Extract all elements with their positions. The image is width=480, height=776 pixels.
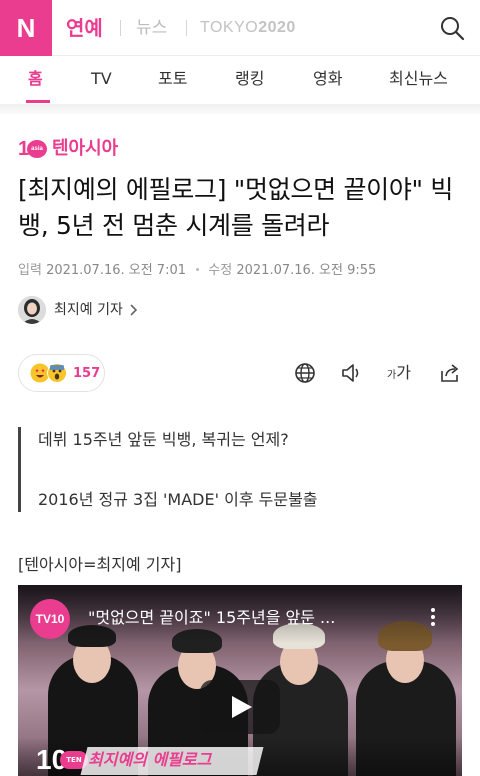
- news-link[interactable]: 뉴스: [136, 16, 167, 40]
- tab-ranking[interactable]: 랭킹: [235, 68, 264, 90]
- surprised-emoji-icon: [47, 363, 67, 383]
- header-divider: [120, 20, 121, 36]
- globe-icon[interactable]: [293, 361, 317, 385]
- tokyo-label: TOKYO: [200, 19, 259, 36]
- summary-line: 데뷔 15주년 앞둔 빅뱅, 복귀는 언제?: [38, 430, 289, 449]
- font-size-large-label: 가: [396, 363, 411, 382]
- reporter-name: 최지예 기자: [54, 302, 123, 318]
- font-size-small-label: 가: [387, 370, 397, 381]
- video-title[interactable]: "멋없으면 끝이죠" 15주년을 앞둔 ...: [88, 607, 335, 629]
- ten-logo: 10 TEN: [36, 745, 88, 775]
- more-menu-icon[interactable]: [430, 607, 436, 627]
- tab-movie[interactable]: 영화: [313, 68, 342, 90]
- share-icon[interactable]: [438, 361, 462, 385]
- top-header: N 연예 뉴스 TOKYO2020: [0, 0, 480, 56]
- reaction-button[interactable]: 157: [18, 354, 105, 392]
- press-name: 텐아시아: [52, 138, 119, 159]
- play-button[interactable]: [200, 680, 280, 734]
- date-separator: [196, 267, 200, 271]
- search-icon[interactable]: [438, 14, 466, 42]
- active-tab-indicator: [26, 100, 50, 103]
- category-nav: 홈 TV 포토 랭킹 영화 최신뉴스: [0, 56, 480, 104]
- article-headline: [최지예의 에필로그] "멋없으면 끝이야" 빅뱅, 5년 전 멈춘 시계를 돌…: [18, 175, 454, 240]
- tokyo-2020-link[interactable]: TOKYO2020: [200, 17, 296, 39]
- tab-photo[interactable]: 포토: [158, 68, 187, 90]
- channel-badge[interactable]: TV10: [30, 599, 70, 639]
- header-divider: [186, 20, 187, 36]
- video-caption: 최지예의 에필로그: [88, 750, 212, 769]
- tab-latest-news[interactable]: 최신뉴스: [389, 68, 448, 90]
- nav-divider: [0, 104, 480, 114]
- speaker-icon[interactable]: [340, 361, 364, 385]
- avatar: [18, 296, 46, 324]
- naver-logo[interactable]: N: [0, 0, 52, 56]
- article-dates: 입력 2021.07.16. 오전 7:01 수정 2021.07.16. 오전…: [18, 262, 376, 280]
- video-player[interactable]: TV10 "멋없으면 끝이죠" 15주년을 앞둔 ... 10 TEN 최지예의…: [18, 585, 462, 776]
- article-summary: 데뷔 15주년 앞둔 빅뱅, 복귀는 언제? 2016년 정규 3집 'MADE…: [18, 427, 464, 512]
- modified-date: 2021.07.16. 오전 9:55: [236, 263, 377, 278]
- reaction-count: 157: [73, 366, 101, 381]
- input-date: 2021.07.16. 오전 7:01: [46, 263, 187, 278]
- section-title[interactable]: 연예: [66, 14, 103, 42]
- tab-tv[interactable]: TV: [91, 68, 112, 90]
- article-byline: [텐아시아=최지예 기자]: [18, 555, 182, 574]
- input-date-label: 입력: [18, 263, 42, 278]
- modified-date-label: 수정: [208, 263, 233, 278]
- tokyo-year: 2020: [258, 19, 296, 36]
- chevron-right-icon: [130, 304, 138, 316]
- summary-line: 2016년 정규 3집 'MADE' 이후 두문불출: [38, 490, 318, 509]
- font-size-button[interactable]: 가가: [387, 363, 411, 386]
- tab-home[interactable]: 홈: [28, 68, 43, 90]
- press-logo-badge: asia: [27, 140, 47, 158]
